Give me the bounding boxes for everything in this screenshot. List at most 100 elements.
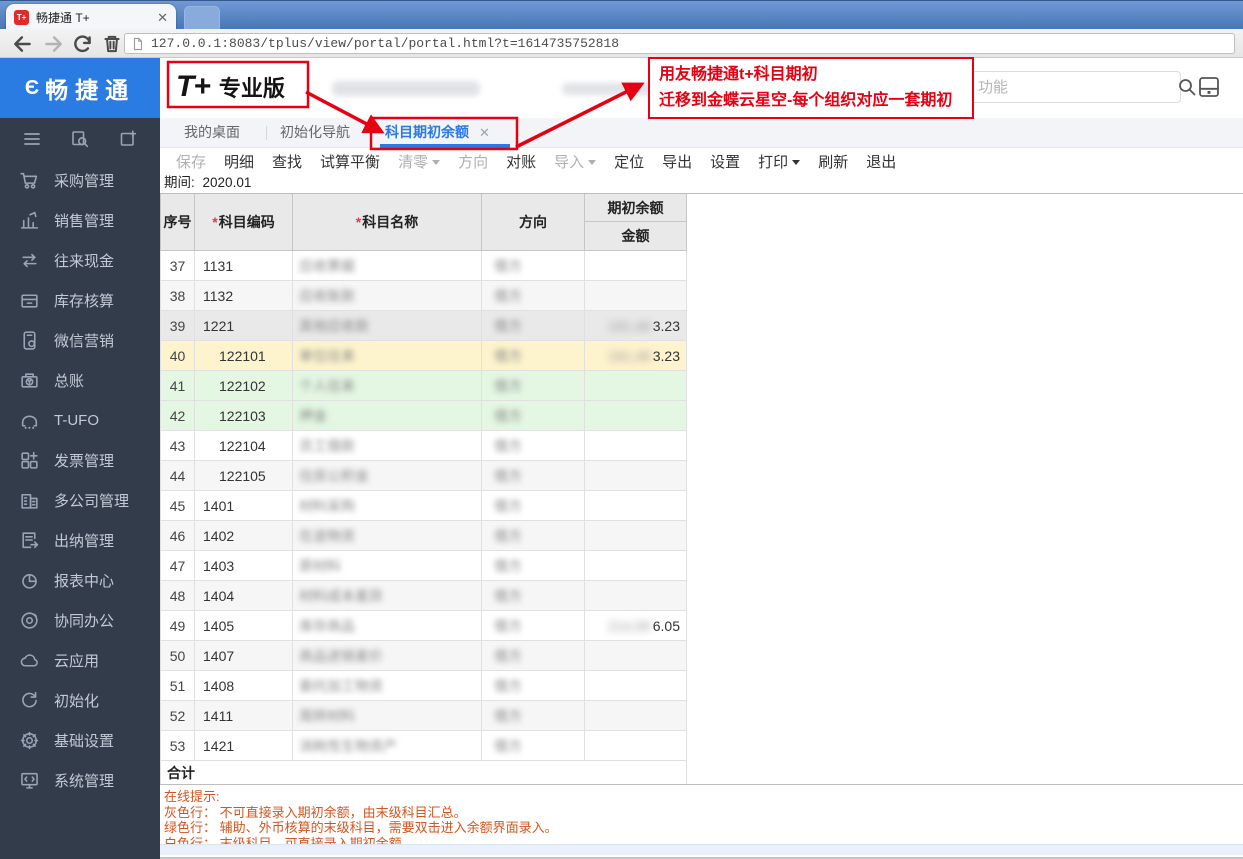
cell-amount: 214,99 6.05 [585,611,687,640]
table-row[interactable]: 39 1221 其他应收款 借方 181,48 3.23 [160,311,687,341]
cell-name: 原材料 [293,551,482,580]
cell-direction: 借方 [482,281,585,310]
sidebar-item-15[interactable]: 基础设置 [0,720,160,760]
trash-icon[interactable] [101,33,123,55]
cell-direction: 借方 [482,491,585,520]
forward-icon[interactable] [42,33,64,55]
sidebar-item-11[interactable]: 报表中心 [0,560,160,600]
cell-code: 122105 [195,461,293,490]
search-input[interactable] [964,78,1177,96]
cell-name: 材料采购 [293,491,482,520]
table-row[interactable]: 44 122105 住房公积金 借方 [160,461,687,491]
sidebar-item-label: 采购管理 [54,172,115,190]
cell-direction: 借方 [482,551,585,580]
table-row[interactable]: 50 1407 商品进销差价 借方 [160,641,687,671]
table-row[interactable]: 38 1132 应收账款 借方 [160,281,687,311]
cell-name: 应收账款 [293,281,482,310]
cell-code: 122102 [195,371,293,400]
toolbar-button-4[interactable]: 试算平衡 [320,151,380,172]
sidebar-item-label: T-UFO [54,411,99,429]
cell-amount [585,701,687,730]
cell-code: 1403 [195,551,293,580]
sidebar-item-label: 发票管理 [54,452,115,470]
workspace-tab-1[interactable]: 我的桌面 [184,118,240,147]
table-row[interactable]: 46 1402 在途物资 借方 [160,521,687,551]
toolbar-button-7[interactable]: 对账 [506,151,536,172]
toolbar-button-10[interactable]: 导出 [662,151,692,172]
blurred-account-info [332,81,480,96]
sidebar-item-4[interactable]: 库存核算 [0,280,160,320]
browser-navbar: 127.0.0.1:8083/tplus/view/portal/portal.… [0,29,1243,58]
toolbar-button-2[interactable]: 明细 [224,151,254,172]
url-text: 127.0.0.1:8083/tplus/view/portal/portal.… [151,36,620,51]
table-row[interactable]: 52 1411 周转材料 借方 [160,701,687,731]
annotation-line1: 用友畅捷通t+科目期初 [659,66,818,83]
new-tab-button[interactable] [184,6,220,30]
tplus-logo-mark: T+ [176,70,211,103]
col-header-amount: 金额 [621,228,650,244]
table-row[interactable]: 53 1421 消耗性生物资产 借方 [160,731,687,761]
tab-close-icon[interactable]: ✕ [479,125,490,140]
browser-tab-close-icon[interactable]: ✕ [157,11,168,24]
cell-name: 单位往来 [293,341,482,370]
table-row[interactable]: 37 1131 应收票据 借方 [160,251,687,281]
back-icon[interactable] [12,33,34,55]
table-row[interactable]: 40 122101 单位往来 借方 181,48 3.23 [160,341,687,371]
reload-icon[interactable] [72,33,94,55]
sidebar-item-8[interactable]: 发票管理 [0,440,160,480]
brand-glyph-icon: Є [24,76,40,99]
table-row[interactable]: 42 122103 押金 借方 [160,401,687,431]
sidebar-item-3[interactable]: 往来现金 [0,240,160,280]
table-row[interactable]: 49 1405 库存商品 借方 214,99 6.05 [160,611,687,641]
cell-amount [585,251,687,280]
toolbar-button-12[interactable]: 打印 [758,151,801,172]
sidebar-item-1[interactable]: 采购管理 [0,160,160,200]
url-bar[interactable]: 127.0.0.1:8083/tplus/view/portal/portal.… [124,33,1235,54]
sidebar-item-13[interactable]: 云应用 [0,640,160,680]
cart-icon [19,170,54,191]
menu-search-icon[interactable] [70,129,90,149]
cell-seq: 47 [160,551,195,580]
sidebar-item-6[interactable]: 总账 [0,360,160,400]
init-redo-icon [19,690,54,711]
cell-name: 材料成本差异 [293,581,482,610]
table-row[interactable]: 41 122102 个人往来 借方 [160,371,687,401]
sidebar-item-7[interactable]: T-UFO [0,400,160,440]
table-row[interactable]: 47 1403 原材料 借方 [160,551,687,581]
col-header-name: * 科目名称 [293,194,482,250]
cell-code: 1408 [195,671,293,700]
report-pie-icon [19,570,54,591]
sidebar-item-14[interactable]: 初始化 [0,680,160,720]
toolbar-button-14[interactable]: 退出 [866,151,896,172]
sidebar-item-12[interactable]: 协同办公 [0,600,160,640]
cell-direction: 借方 [482,461,585,490]
toolbar-button-13[interactable]: 刷新 [818,151,848,172]
menu-add-icon[interactable] [118,129,138,149]
workspace-tab-3[interactable]: 科目期初余额 ✕ [385,118,490,147]
workspace-tab-2[interactable]: 初始化导航 [280,118,350,147]
browser-tab[interactable]: T+ 畅捷通 T+ ✕ [6,4,176,30]
toolbar-button-3[interactable]: 查找 [272,151,302,172]
floppy-icon[interactable] [1197,75,1221,99]
sidebar-item-2[interactable]: 销售管理 [0,200,160,240]
toolbar-button-9[interactable]: 定位 [614,151,644,172]
sidebar-item-5[interactable]: 微信营销 [0,320,160,360]
table-row[interactable]: 43 122104 员工借款 借方 [160,431,687,461]
sidebar-item-9[interactable]: 多公司管理 [0,480,160,520]
sidebar-item-16[interactable]: 系统管理 [0,760,160,800]
cell-name: 其他应收款 [293,311,482,340]
cell-code: 1407 [195,641,293,670]
table-row[interactable]: 48 1404 材料成本差异 借方 [160,581,687,611]
sidebar-item-label: 协同办公 [54,612,115,630]
cell-seq: 37 [160,251,195,280]
cashier-doc-icon [19,530,54,551]
browser-tabstrip: T+ 畅捷通 T+ ✕ [0,0,1243,30]
search-icon[interactable] [1177,77,1197,97]
sidebar-item-10[interactable]: 出纳管理 [0,520,160,560]
cell-seq: 40 [160,341,195,370]
sidebar-item-label: 总账 [54,372,85,390]
menu-icon[interactable] [22,129,42,149]
table-row[interactable]: 45 1401 材料采购 借方 [160,491,687,521]
table-row[interactable]: 51 1408 委托加工物资 借方 [160,671,687,701]
toolbar-button-11[interactable]: 设置 [710,151,740,172]
